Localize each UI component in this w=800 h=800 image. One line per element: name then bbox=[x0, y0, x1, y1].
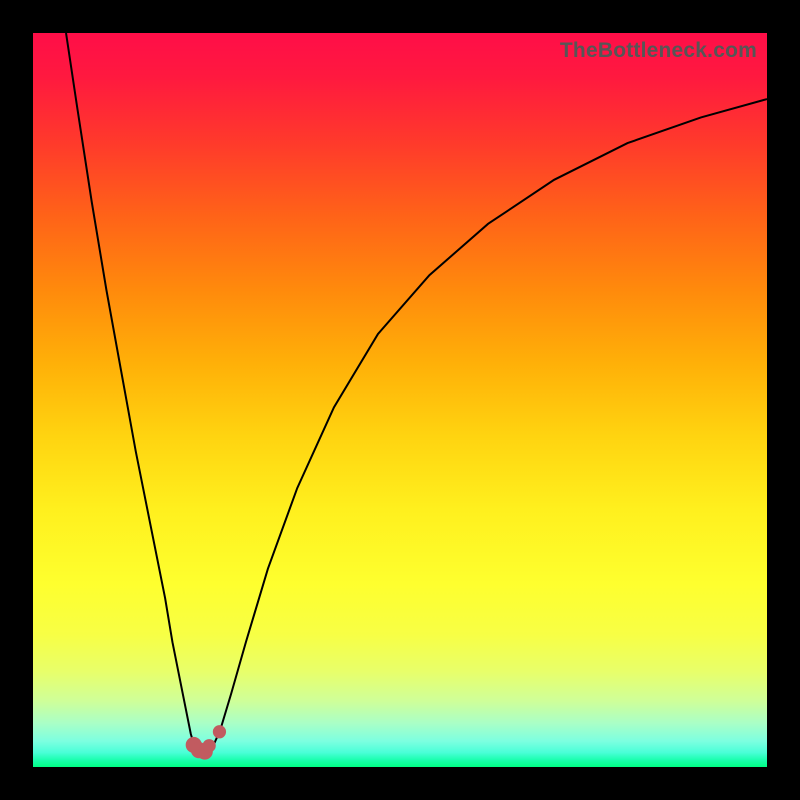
chart-frame: TheBottleneck.com bbox=[0, 0, 800, 800]
chart-svg bbox=[33, 33, 767, 767]
plot-area: TheBottleneck.com bbox=[33, 33, 767, 767]
curve-left bbox=[66, 33, 197, 750]
marker-dot bbox=[203, 739, 216, 752]
curve-right bbox=[209, 99, 767, 750]
marker-dot bbox=[213, 725, 226, 738]
marker-group bbox=[186, 725, 226, 760]
